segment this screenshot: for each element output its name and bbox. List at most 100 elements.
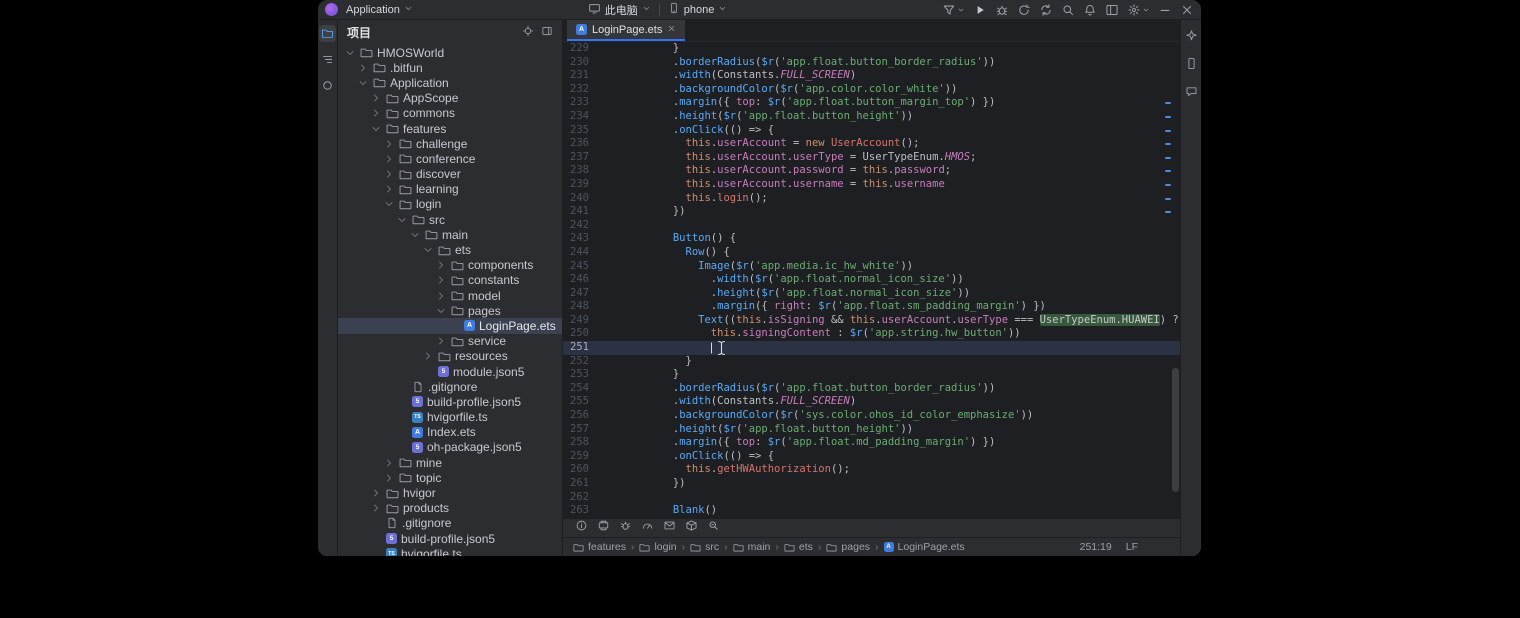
tree-item-features[interactable]: features xyxy=(338,121,562,136)
code-line-233[interactable]: 233 .margin({ top: $r('app.float.button_… xyxy=(563,96,1180,110)
tree-item-main[interactable]: main xyxy=(338,227,562,242)
tree-item-components[interactable]: components xyxy=(338,258,562,273)
code-line-240[interactable]: 240 this.login(); xyxy=(563,192,1180,206)
search-small-button[interactable] xyxy=(707,519,720,537)
restart-button[interactable] xyxy=(1017,3,1031,17)
code-line-241[interactable]: 241 }) xyxy=(563,205,1180,219)
breadcrumb-main[interactable]: main xyxy=(733,541,771,553)
tree-item-hvigorfile.ts[interactable]: TShvigorfile.ts xyxy=(338,546,562,556)
close-button[interactable] xyxy=(1180,3,1194,17)
tree-item-constants[interactable]: constants xyxy=(338,273,562,288)
run-button[interactable] xyxy=(973,3,987,17)
tree-item-mine[interactable]: mine xyxy=(338,455,562,470)
tree-item-hvigorfile.ts[interactable]: TShvigorfile.ts xyxy=(338,410,562,425)
tree-item-products[interactable]: products xyxy=(338,501,562,516)
code-line-229[interactable]: 229 } xyxy=(563,42,1180,56)
code-line-250[interactable]: 250 this.signingContent : $r('app.string… xyxy=(563,327,1180,341)
tree-item-AppScope[interactable]: AppScope xyxy=(338,91,562,106)
breadcrumb-pages[interactable]: pages xyxy=(826,541,870,553)
tree-item-learning[interactable]: learning xyxy=(338,182,562,197)
notifications-button[interactable] xyxy=(1083,3,1097,17)
tree-item-resources[interactable]: resources xyxy=(338,349,562,364)
tree-item-login[interactable]: login xyxy=(338,197,562,212)
tree-item-src[interactable]: src xyxy=(338,212,562,227)
tree-item-.gitignore[interactable]: .gitignore xyxy=(338,379,562,394)
minimize-button[interactable] xyxy=(1158,3,1172,17)
close-tab-icon[interactable] xyxy=(667,24,676,36)
code-line-247[interactable]: 247 .height($r('app.float.normal_icon_si… xyxy=(563,287,1180,301)
editor-scrollbar[interactable] xyxy=(1172,368,1179,492)
tree-item-ets[interactable]: ets xyxy=(338,242,562,257)
line-ending[interactable]: LF xyxy=(1126,541,1138,553)
code-line-231[interactable]: 231 .width(Constants.FULL_SCREEN) xyxy=(563,69,1180,83)
code-line-237[interactable]: 237 this.userAccount.userType = UserType… xyxy=(563,151,1180,165)
sync-tool-button[interactable] xyxy=(319,77,336,94)
code-line-245[interactable]: 245 Image($r('app.media.ic_hw_white')) xyxy=(563,260,1180,274)
code-line-236[interactable]: 236 this.userAccount = new UserAccount()… xyxy=(563,137,1180,151)
tree-item-.gitignore[interactable]: .gitignore xyxy=(338,516,562,531)
tree-item-oh-package.json5[interactable]: 5oh-package.json5 xyxy=(338,440,562,455)
device-selector[interactable]: 此电脑 xyxy=(588,2,651,18)
code-line-261[interactable]: 261 }) xyxy=(563,477,1180,491)
code-line-232[interactable]: 232 .backgroundColor($r('app.color.color… xyxy=(563,83,1180,97)
code-line-260[interactable]: 260 this.getHWAuthorization(); xyxy=(563,463,1180,477)
tree-item-LoginPage.ets[interactable]: ALoginPage.ets xyxy=(338,318,562,333)
code-line-252[interactable]: 252 } xyxy=(563,355,1180,369)
code-line-259[interactable]: 259 .onClick(() => { xyxy=(563,450,1180,464)
code-line-254[interactable]: 254 .borderRadius($r('app.float.button_b… xyxy=(563,382,1180,396)
assistant-tool-button[interactable] xyxy=(1183,27,1200,44)
breadcrumb-src[interactable]: src xyxy=(690,541,719,553)
code-line-248[interactable]: 248 .margin({ right: $r('app.float.sm_pa… xyxy=(563,300,1180,314)
search-button[interactable] xyxy=(1061,3,1075,17)
tree-item-service[interactable]: service xyxy=(338,334,562,349)
tree-item-Application[interactable]: Application xyxy=(338,75,562,90)
profiler-button[interactable] xyxy=(641,519,654,537)
debug-button[interactable] xyxy=(995,3,1009,17)
profile-selector[interactable]: phone xyxy=(668,2,728,17)
code-line-235[interactable]: 235 .onClick(() => { xyxy=(563,124,1180,138)
tree-item-.bitfun[interactable]: .bitfun xyxy=(338,60,562,75)
cursor-position[interactable]: 251:19 xyxy=(1080,541,1112,553)
application-menu[interactable]: Application xyxy=(346,4,413,16)
app-logo-icon[interactable] xyxy=(325,3,338,16)
code-line-244[interactable]: 244 Row() { xyxy=(563,246,1180,260)
sdk-button[interactable] xyxy=(685,519,698,537)
settings-button[interactable] xyxy=(1127,3,1150,17)
breadcrumb-login[interactable]: login xyxy=(639,541,676,553)
code-line-230[interactable]: 230 .borderRadius($r('app.float.button_b… xyxy=(563,56,1180,70)
code-line-253[interactable]: 253 } xyxy=(563,368,1180,382)
tree-item-model[interactable]: model xyxy=(338,288,562,303)
code-line-242[interactable]: 242 xyxy=(563,219,1180,233)
tree-item-discover[interactable]: discover xyxy=(338,167,562,182)
tree-item-hvigor[interactable]: hvigor xyxy=(338,485,562,500)
breadcrumb-LoginPage.ets[interactable]: ALoginPage.ets xyxy=(884,541,965,553)
code-line-234[interactable]: 234 .height($r('app.float.button_height'… xyxy=(563,110,1180,124)
tree-item-commons[interactable]: commons xyxy=(338,106,562,121)
tree-item-topic[interactable]: topic xyxy=(338,470,562,485)
code-line-246[interactable]: 246 .width($r('app.float.normal_icon_siz… xyxy=(563,273,1180,287)
code-line-238[interactable]: 238 this.userAccount.password = this.pas… xyxy=(563,164,1180,178)
tree-item-module.json5[interactable]: 5module.json5 xyxy=(338,364,562,379)
bug-button[interactable] xyxy=(619,519,632,537)
tree-item-challenge[interactable]: challenge xyxy=(338,136,562,151)
hide-panel-button[interactable] xyxy=(541,25,553,40)
tree-item-Index.ets[interactable]: AIndex.ets xyxy=(338,425,562,440)
tab-loginpage-ets[interactable]: A LoginPage.ets xyxy=(567,20,685,41)
tree-item-HMOSWorld[interactable]: HMOSWorld xyxy=(338,45,562,60)
code-line-262[interactable]: 262 xyxy=(563,491,1180,505)
structure-tool-button[interactable] xyxy=(319,51,336,68)
breadcrumb-ets[interactable]: ets xyxy=(784,541,813,553)
devices-button[interactable] xyxy=(597,519,610,537)
device-tool-button[interactable] xyxy=(1183,55,1200,72)
tree-item-build-profile.json5[interactable]: 5build-profile.json5 xyxy=(338,394,562,409)
tree-item-build-profile.json5[interactable]: 5build-profile.json5 xyxy=(338,531,562,546)
code-line-263[interactable]: 263 Blank() xyxy=(563,504,1180,518)
chat-tool-button[interactable] xyxy=(1183,83,1200,100)
layout-button[interactable] xyxy=(1105,3,1119,17)
code-line-257[interactable]: 257 .height($r('app.float.button_height'… xyxy=(563,423,1180,437)
hot-reload-button[interactable] xyxy=(1039,3,1053,17)
project-tool-button[interactable] xyxy=(319,25,336,42)
mail-button[interactable] xyxy=(663,519,676,537)
code-line-243[interactable]: 243 Button() { xyxy=(563,232,1180,246)
filter-button[interactable] xyxy=(942,3,965,17)
